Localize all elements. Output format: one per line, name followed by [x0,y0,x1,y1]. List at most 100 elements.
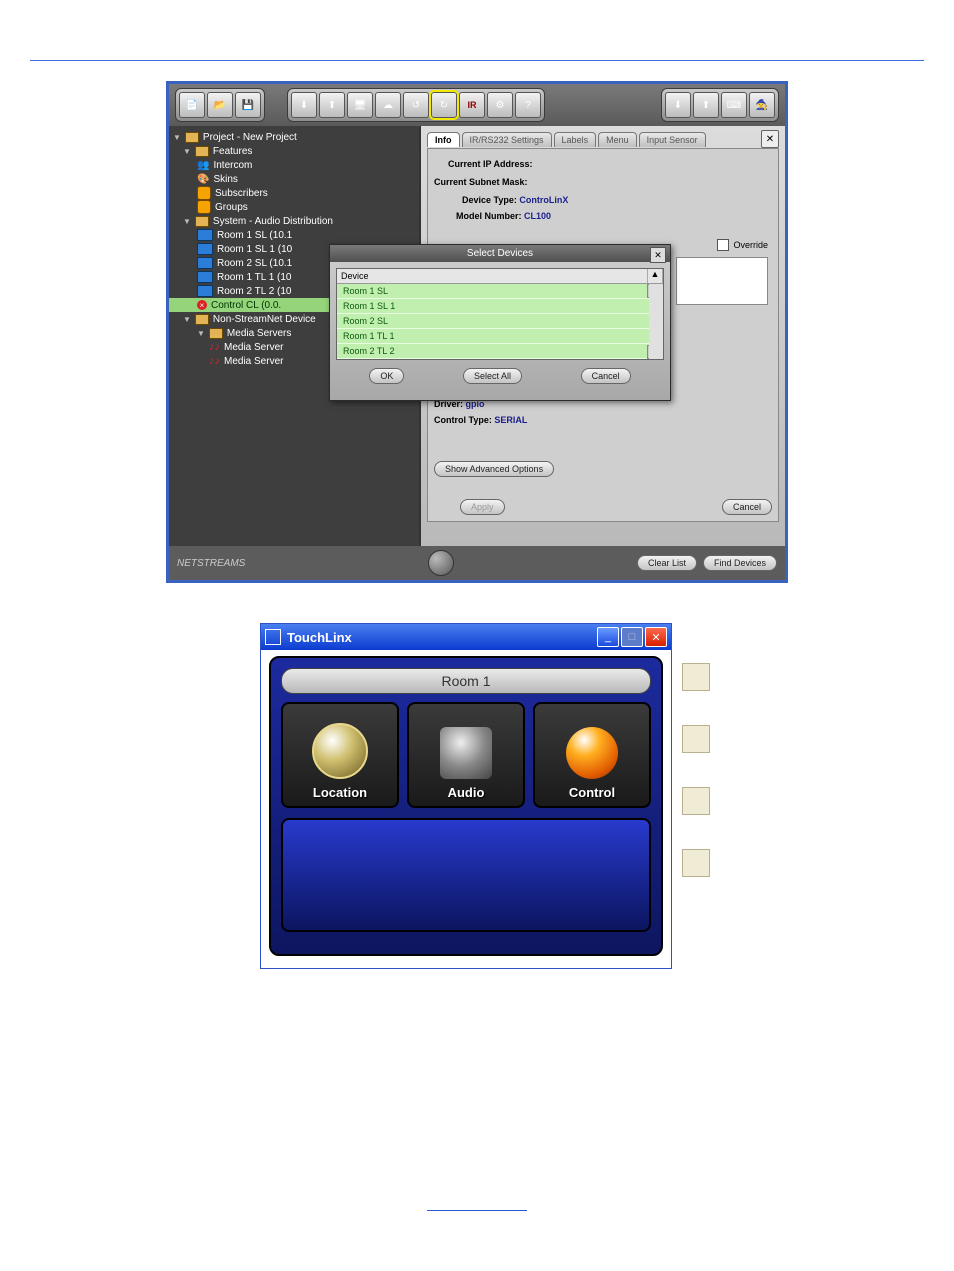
device-column-header[interactable]: Device [337,269,648,283]
tree-device[interactable]: Room 1 SL (10.1 [169,228,419,242]
hard-button-1[interactable] [682,663,710,691]
touchlinx-window: TouchLinx _ □ ✕ Room 1 Location Audio [260,623,672,969]
toolbar-btn-2[interactable]: ⬆ [319,92,345,118]
ok-button[interactable]: OK [369,368,404,384]
hard-button-2[interactable] [682,725,710,753]
subscribers-icon [197,186,211,200]
device-table-header: Device ▲ [337,269,663,284]
tab-input-sensor[interactable]: Input Sensor [639,132,706,147]
error-icon: × [197,300,207,310]
toolbar-btn-1[interactable]: ⬇ [291,92,317,118]
model-number-label: Model Number: [456,211,522,221]
toolbar-right-3[interactable]: ⌨ [721,92,747,118]
digilinx-app: 📄 📂 💾 ⬇ ⬆ 🖥 ☁ ↺ ↻ IR ⚙ ? ⬇ ⬆ ⌨ 🧙 ▼Projec… [166,81,788,583]
tab-ir-rs232[interactable]: IR/RS232 Settings [462,132,552,147]
groups-icon [197,200,211,214]
netstreams-logo: NETSTREAMS [177,558,245,569]
music-icon: ♪♪ [209,355,220,367]
room-label: Room 1 [281,668,651,694]
ip-label: Current IP Address: [448,159,533,169]
toolbar-right-2[interactable]: ⬆ [693,92,719,118]
select-devices-dialog: Select Devices ✕ Device ▲ ▲ Room 1 SL Ro… [329,244,671,401]
model-number-value: CL100 [524,211,551,221]
override-checkbox[interactable]: Override [717,239,768,251]
scroll-up-button[interactable]: ▲ [647,284,663,298]
toolbar-btn-4[interactable]: ☁ [375,92,401,118]
save-project-button[interactable]: 💾 [235,92,261,118]
device-row[interactable]: Room 1 SL [337,284,649,299]
device-type-label: Device Type: [462,195,517,205]
tree-item-subscribers[interactable]: Subscribers [169,186,419,200]
device-icon [197,257,213,269]
wizard-button[interactable]: 🧙 [749,92,775,118]
folder-icon [209,328,223,339]
hard-button-4[interactable] [682,849,710,877]
compass-icon [312,723,368,779]
device-icon [197,243,213,255]
panel-close-button[interactable]: ✕ [761,130,779,148]
audio-button[interactable]: Audio [407,702,525,808]
hard-button-3[interactable] [682,787,710,815]
toolbar-right-1[interactable]: ⬇ [665,92,691,118]
hyperlink[interactable] [427,1209,527,1211]
tab-labels[interactable]: Labels [554,132,597,147]
touchlinx-panel: Room 1 Location Audio Control [269,656,663,956]
control-type-label: Control Type: [434,415,492,425]
folder-icon [195,146,209,157]
override-textarea[interactable] [676,257,768,305]
toolbar-btn-7[interactable]: ⚙ [487,92,513,118]
new-project-button[interactable]: 📄 [179,92,205,118]
tab-menu[interactable]: Menu [598,132,637,147]
folder-icon [185,132,199,143]
intercom-icon: 👥 [197,160,209,171]
show-advanced-button[interactable]: Show Advanced Options [434,461,554,477]
sources-panel [281,818,651,932]
open-project-button[interactable]: 📂 [207,92,233,118]
app-icon [265,629,281,645]
main-toolbar: 📄 📂 💾 ⬇ ⬆ 🖥 ☁ ↺ ↻ IR ⚙ ? ⬇ ⬆ ⌨ 🧙 [169,84,785,126]
tree-item-intercom[interactable]: 👥Intercom [169,158,419,172]
help-button[interactable]: ? [515,92,541,118]
toolbar-btn-5[interactable]: ↺ [403,92,429,118]
tab-info[interactable]: Info [427,132,460,147]
properties-tabs: Info IR/RS232 Settings Labels Menu Input… [421,126,785,148]
device-row[interactable]: Room 2 TL 2 [337,344,649,359]
checkbox-icon [717,239,729,251]
select-all-button[interactable]: Select All [463,368,522,384]
clear-list-button[interactable]: Clear List [637,555,697,571]
status-bar: NETSTREAMS Clear List Find Devices [169,546,785,580]
toolbar-btn-3[interactable]: 🖥 [347,92,373,118]
tree-root[interactable]: ▼Project - New Project [169,130,419,144]
music-icon: ♪♪ [209,341,220,353]
dialog-title: Select Devices ✕ [330,245,670,262]
device-table: Device ▲ ▲ Room 1 SL Room 1 SL 1 Room 2 … [336,268,664,360]
tree-item-skins[interactable]: 🎨Skins [169,172,419,186]
device-row[interactable]: Room 1 SL 1 [337,299,649,314]
volume-knob[interactable] [428,550,454,576]
scroll-down-button[interactable]: ▼ [647,345,663,359]
find-devices-button[interactable]: Find Devices [703,555,777,571]
subnet-label: Current Subnet Mask: [434,177,528,187]
tree-features[interactable]: ▼Features [169,144,419,158]
dialog-close-button[interactable]: ✕ [650,247,666,263]
apply-button[interactable]: Apply [460,499,505,515]
hardware-buttons [682,663,710,877]
cancel-button[interactable]: Cancel [722,499,772,515]
sort-indicator[interactable]: ▲ [648,269,663,283]
control-button[interactable]: Control [533,702,651,808]
device-row[interactable]: Room 1 TL 1 [337,329,649,344]
window-titlebar: TouchLinx _ □ ✕ [261,624,671,650]
location-button[interactable]: Location [281,702,399,808]
minimize-button[interactable]: _ [597,627,619,647]
update-devices-button[interactable]: ↻ [431,92,457,118]
tree-item-groups[interactable]: Groups [169,200,419,214]
device-row[interactable]: Room 2 SL [337,314,649,329]
close-button[interactable]: ✕ [645,627,667,647]
device-list: ▲ Room 1 SL Room 1 SL 1 Room 2 SL Room 1… [337,284,663,359]
tree-system[interactable]: ▼System - Audio Distribution [169,214,419,228]
folder-icon [195,216,209,227]
dialog-cancel-button[interactable]: Cancel [581,368,631,384]
window-title: TouchLinx [287,630,352,645]
ir-button[interactable]: IR [459,92,485,118]
control-type-value: SERIAL [494,415,527,425]
